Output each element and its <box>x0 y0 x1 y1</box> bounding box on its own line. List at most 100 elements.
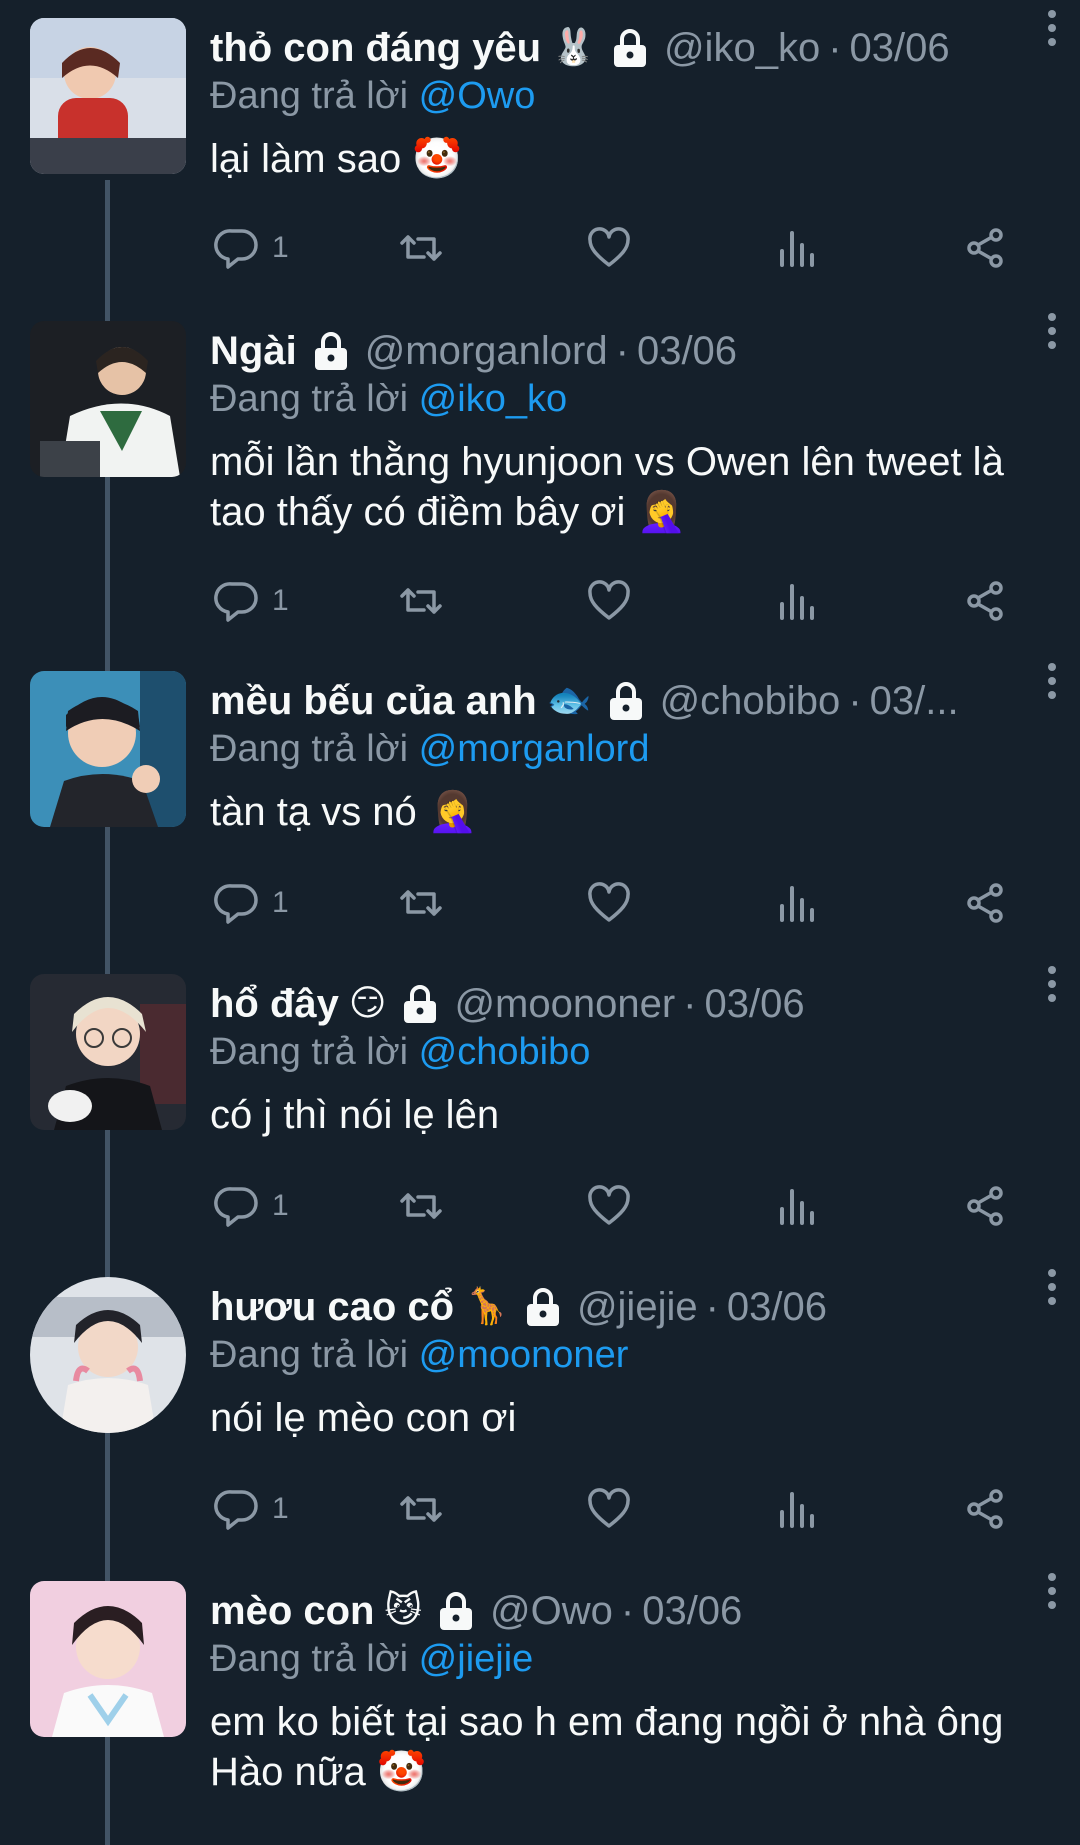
lock-icon <box>400 983 440 1025</box>
retweet-icon <box>400 588 442 614</box>
tweet-date[interactable]: 03/06 <box>727 1279 827 1335</box>
avatar[interactable] <box>30 671 186 827</box>
display-name[interactable]: hổ đây <box>210 976 339 1032</box>
retweet-icon <box>400 235 442 261</box>
reply-count: 1 <box>272 231 289 264</box>
reply-icon <box>214 1187 258 1227</box>
reply-mention-link[interactable]: @morganlord <box>419 728 650 770</box>
heart-icon <box>588 1185 630 1225</box>
reply-button[interactable]: 1 <box>214 573 289 629</box>
lock-icon <box>436 1590 476 1632</box>
tweet-text: em ko biết tại sao h em đang ngồi ở nhà … <box>210 1700 1004 1794</box>
like-button[interactable] <box>586 1481 632 1537</box>
avatar[interactable] <box>30 1581 186 1737</box>
name-emoji: 🦒 <box>464 1286 509 1327</box>
display-name[interactable]: mèo con <box>210 1583 374 1639</box>
display-name[interactable]: hươu cao cổ <box>210 1279 454 1335</box>
replying-to: Đang trả lời @iko_ko <box>210 378 568 420</box>
display-name[interactable]: Ngài <box>210 323 297 379</box>
more-options-icon[interactable] <box>1042 661 1062 701</box>
views-button[interactable] <box>774 1178 820 1234</box>
views-button[interactable] <box>774 573 820 629</box>
user-handle[interactable]: @morganlord <box>365 323 608 379</box>
reply-button[interactable]: 1 <box>214 1178 289 1234</box>
share-button[interactable] <box>962 1481 1008 1537</box>
action-bar: 1 <box>210 1178 1010 1234</box>
action-bar: 1 <box>210 573 1010 629</box>
tweet-date[interactable]: 03/06 <box>850 20 950 76</box>
avatar[interactable] <box>30 1277 186 1433</box>
share-button[interactable] <box>962 220 1008 276</box>
separator: · <box>683 982 697 1026</box>
share-icon <box>967 1186 1003 1226</box>
like-button[interactable] <box>586 573 632 629</box>
more-options-icon[interactable] <box>1042 1571 1062 1611</box>
reply-button[interactable]: 1 <box>214 1481 289 1537</box>
retweet-button[interactable] <box>398 220 444 276</box>
display-name[interactable]: thỏ con đáng yêu <box>210 20 541 76</box>
like-button[interactable] <box>586 1178 632 1234</box>
reply-mention-link[interactable]: @chobibo <box>419 1031 591 1073</box>
user-handle[interactable]: @moononer <box>454 976 675 1032</box>
retweet-button[interactable] <box>398 573 444 629</box>
name-emoji: 🐰 <box>551 27 596 68</box>
tweet-date[interactable]: 03/06 <box>637 323 737 379</box>
reply-thread: thỏ con đáng yêu 🐰 @iko_ko · 03/06 Đang … <box>0 0 1080 1845</box>
avatar[interactable] <box>30 974 186 1130</box>
analytics-icon <box>780 584 814 620</box>
tweet-text: nói lẹ mèo con ơi <box>210 1396 517 1440</box>
tweet-text: có j thì nói lẹ lên <box>210 1093 500 1137</box>
share-button[interactable] <box>962 1178 1008 1234</box>
reply-icon <box>214 229 258 269</box>
like-button[interactable] <box>586 875 632 931</box>
reply-icon <box>214 582 258 622</box>
lock-icon <box>523 1286 563 1328</box>
more-options-icon[interactable] <box>1042 1267 1062 1307</box>
more-options-icon[interactable] <box>1042 311 1062 351</box>
display-name[interactable]: mều bếu của anh <box>210 673 537 729</box>
avatar[interactable] <box>30 18 186 174</box>
reply-button[interactable]: 1 <box>214 875 289 931</box>
tweet-date[interactable]: 03/06 <box>642 1583 742 1639</box>
tweet-text: mỗi lần thằng hyunjoon vs Owen lên tweet… <box>210 440 1004 534</box>
share-icon <box>967 1489 1003 1529</box>
retweet-button[interactable] <box>398 875 444 931</box>
user-handle[interactable]: @iko_ko <box>664 20 820 76</box>
views-button[interactable] <box>774 220 820 276</box>
separator: · <box>615 329 629 373</box>
reply-mention-link[interactable]: @jiejie <box>419 1638 534 1680</box>
retweet-icon <box>400 1496 442 1522</box>
user-handle[interactable]: @chobibo <box>660 673 841 729</box>
name-emoji: 😏 <box>348 983 387 1024</box>
user-handle[interactable]: @jiejie <box>577 1279 698 1335</box>
share-icon <box>967 581 1003 621</box>
share-button[interactable] <box>962 573 1008 629</box>
retweet-button[interactable] <box>398 1481 444 1537</box>
separator: · <box>848 679 862 723</box>
more-options-icon[interactable] <box>1042 8 1062 48</box>
avatar[interactable] <box>30 321 186 477</box>
replying-to: Đang trả lời @moononer <box>210 1334 629 1376</box>
reply-mention-link[interactable]: @Owo <box>419 75 536 117</box>
heart-icon <box>588 882 630 922</box>
reply-mention-link[interactable]: @iko_ko <box>419 378 567 420</box>
more-options-icon[interactable] <box>1042 964 1062 1004</box>
replying-to: Đang trả lời @chobibo <box>210 1031 591 1073</box>
views-button[interactable] <box>774 875 820 931</box>
retweet-button[interactable] <box>398 1178 444 1234</box>
user-handle[interactable]: @Owo <box>490 1583 613 1639</box>
reply-count: 1 <box>272 584 289 617</box>
action-bar: 1 <box>210 875 1010 931</box>
reply-mention-link[interactable]: @moononer <box>419 1334 629 1376</box>
tweet-text: tàn tạ vs nó 🤦‍♀️ <box>210 790 478 834</box>
heart-icon <box>588 580 630 620</box>
analytics-icon <box>780 1189 814 1225</box>
share-button[interactable] <box>962 875 1008 931</box>
reply-icon <box>214 884 258 924</box>
tweet-date[interactable]: 03/06 <box>705 976 805 1032</box>
views-button[interactable] <box>774 1481 820 1537</box>
tweet-date[interactable]: 03/... <box>870 673 959 729</box>
like-button[interactable] <box>586 220 632 276</box>
reply-button[interactable]: 1 <box>214 220 289 276</box>
heart-icon <box>588 1488 630 1528</box>
